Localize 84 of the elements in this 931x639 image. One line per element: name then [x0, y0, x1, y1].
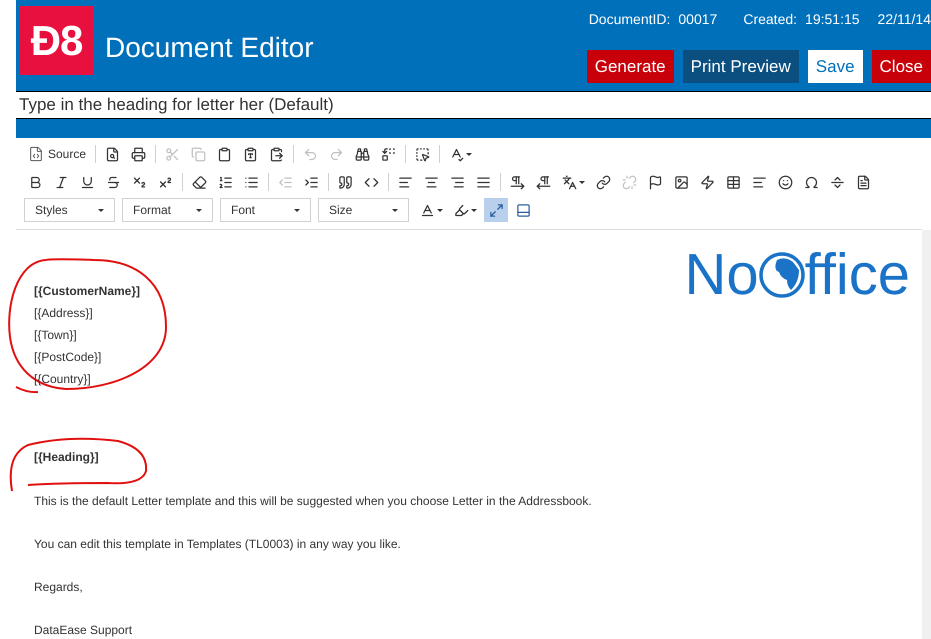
caret-icon: [98, 208, 104, 212]
binoculars-icon: [355, 146, 370, 162]
show-blocks-icon: [516, 202, 530, 218]
caret-icon: [294, 208, 300, 212]
created-time: 19:51:15: [805, 10, 860, 29]
address-line: [{CustomerName}]: [34, 283, 142, 300]
address-line: [{PostCode}]: [34, 349, 102, 366]
highlight-icon: [454, 202, 469, 218]
format-dropdown[interactable]: Styles: [24, 198, 115, 222]
language-icon: [562, 174, 577, 190]
text-color-icon: [420, 202, 435, 218]
eraser-icon: [192, 174, 207, 190]
align-justify-icon: [476, 174, 491, 190]
caret-icon: [579, 180, 585, 184]
numbered-list-icon: [218, 174, 233, 190]
unlink-icon: [622, 174, 637, 190]
preview-icon: [105, 146, 120, 162]
bold-icon: [28, 174, 43, 190]
paste-word-icon: [269, 146, 284, 162]
paste-icon: [217, 146, 232, 162]
caret-icon: [437, 208, 443, 212]
link-icon: [596, 174, 611, 190]
strikethrough-icon: [106, 174, 121, 190]
omega-icon: [804, 174, 819, 190]
align-center-icon: [424, 174, 439, 190]
window-title: Document Editor: [105, 31, 314, 66]
image-icon: [674, 174, 689, 190]
paste-text-icon: [243, 146, 258, 162]
document-id-label: DocumentID:: [588, 10, 670, 29]
caret-icon: [471, 208, 477, 212]
cut-icon: [165, 146, 180, 162]
format-dropdown[interactable]: Font: [220, 198, 311, 222]
copy-icon: [191, 146, 206, 162]
header-button[interactable]: Close: [872, 50, 931, 83]
underline-icon: [80, 174, 95, 190]
ltr-icon: [510, 174, 525, 190]
letter-paragraph: DataEase Support: [34, 622, 134, 639]
rtl-icon: [536, 174, 551, 190]
select-all-icon: [415, 146, 430, 162]
spellcheck-icon: [449, 146, 464, 162]
format-dropdown[interactable]: Size: [318, 198, 409, 222]
table-icon: [726, 174, 741, 190]
source-button[interactable]: Source: [24, 142, 90, 166]
header-button[interactable]: Print Preview: [682, 50, 799, 83]
format-dropdown[interactable]: Format: [122, 198, 213, 222]
text-lines-icon: [752, 174, 767, 190]
letter-paragraph: Regards,: [34, 579, 84, 596]
address-line: [{Address}]: [34, 305, 94, 322]
smiley-icon: [778, 174, 793, 190]
superscript-icon: [158, 174, 173, 190]
maximize-button[interactable]: [484, 198, 508, 222]
subscript-icon: [132, 174, 147, 190]
created-date: 22/11/14: [878, 10, 931, 29]
letter-paragraph: This is the default Letter template and this will be suggested when you choose Letter in the Addressbook.: [34, 493, 593, 510]
align-right-icon: [450, 174, 465, 190]
app-logo: Đ8: [20, 6, 93, 75]
indent-icon: [304, 174, 319, 190]
caret-icon: [466, 152, 472, 156]
logo-text: No: [684, 246, 759, 304]
source-code-icon: [28, 146, 44, 162]
address-line: [{Town}]: [34, 327, 78, 344]
address-line: [{Country}]: [34, 371, 92, 388]
redo-icon: [329, 146, 344, 162]
outdent-icon: [278, 174, 293, 190]
letter-paragraph: You can edit this template in Templates (TL0003) in any way you like.: [34, 536, 402, 553]
created-label: Created:: [743, 10, 798, 29]
document-id: 00017: [678, 10, 718, 29]
print-icon: [131, 146, 146, 162]
flash-icon: [700, 174, 715, 190]
maximize-icon: [488, 202, 504, 218]
quote-icon: [338, 174, 353, 190]
letter-heading: [{Heading}]: [34, 449, 100, 466]
logo-text: ffice: [804, 246, 910, 304]
flag-icon: [648, 174, 663, 190]
header-button[interactable]: Generate: [586, 50, 674, 83]
italic-icon: [54, 174, 69, 190]
globe-icon: [758, 252, 805, 298]
undo-icon: [303, 146, 318, 162]
document-icon: [856, 174, 871, 190]
bullet-list-icon: [244, 174, 259, 190]
caret-icon: [196, 208, 202, 212]
header-button[interactable]: Save: [808, 50, 863, 83]
caret-icon: [392, 208, 398, 212]
align-left-icon: [398, 174, 413, 190]
